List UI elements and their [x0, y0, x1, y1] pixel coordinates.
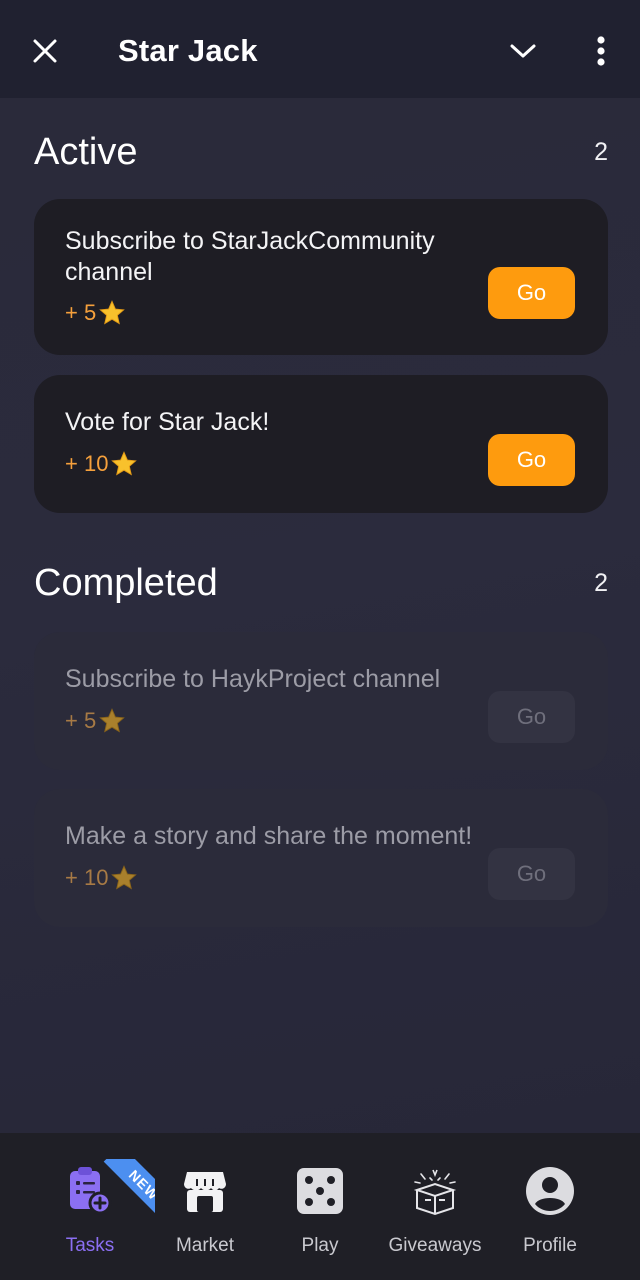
reward-amount: + 10	[65, 451, 109, 476]
profile-avatar-icon	[526, 1167, 574, 1215]
chevron-down-icon[interactable]	[502, 30, 544, 72]
nav-tasks[interactable]: NEW Tasks	[35, 1159, 155, 1257]
nav-label: Market	[175, 1235, 235, 1256]
task-title: Subscribe to StarJackCommunity channel	[65, 227, 435, 286]
dice-icon	[297, 1168, 343, 1214]
star-icon	[99, 300, 125, 325]
go-button[interactable]: Go	[488, 267, 575, 319]
top-bar: Star Jack	[0, 0, 640, 98]
go-button[interactable]: Go	[488, 434, 575, 486]
nav-profile[interactable]: Profile	[495, 1163, 605, 1257]
nav-giveaways[interactable]: Giveaways	[380, 1163, 490, 1257]
completed-task-card: Subscribe to HaykProject channel + 5 Go	[34, 632, 608, 770]
star-icon	[99, 708, 125, 733]
completed-count: 2	[594, 568, 608, 597]
nav-label: Giveaways	[388, 1235, 482, 1256]
reward-amount: + 10	[65, 865, 109, 890]
active-heading: Active	[34, 130, 138, 173]
task-card: Vote for Star Jack! + 10 Go	[34, 375, 608, 513]
completed-task-card: Make a story and share the moment! + 10 …	[34, 789, 608, 927]
market-store-icon	[184, 1172, 226, 1212]
star-icon	[111, 865, 138, 890]
go-button-disabled[interactable]: Go	[488, 691, 575, 743]
nav-play[interactable]: Play	[265, 1163, 375, 1257]
reward-amount: + 5	[65, 708, 97, 733]
nav-label: Tasks	[65, 1235, 115, 1256]
task-reward: + 10	[65, 450, 138, 478]
app-title: Star Jack	[118, 33, 258, 68]
active-section-header: Active 2	[34, 127, 608, 177]
task-reward: + 10	[65, 864, 138, 892]
nav-market[interactable]: Market	[150, 1163, 260, 1257]
more-vertical-icon[interactable]	[580, 30, 622, 72]
completed-section-header: Completed 2	[34, 558, 608, 608]
task-title: Subscribe to HaykProject channel	[65, 665, 441, 693]
task-card: Subscribe to StarJackCommunity channel +…	[34, 199, 608, 355]
completed-heading: Completed	[34, 561, 218, 604]
reward-amount: + 5	[65, 300, 97, 325]
task-title: Make a story and share the moment!	[65, 822, 473, 850]
gift-box-icon	[413, 1169, 457, 1216]
nav-label: Play	[301, 1235, 339, 1256]
active-count: 2	[594, 137, 608, 166]
go-button-disabled[interactable]: Go	[488, 848, 575, 900]
task-title: Vote for Star Jack!	[65, 408, 270, 436]
bottom-navigation: NEW Tasks Market Play Giveaways Profile	[0, 1133, 640, 1280]
new-badge: NEW	[93, 1159, 155, 1221]
star-icon	[111, 451, 138, 476]
task-reward: + 5	[65, 707, 126, 735]
task-reward: + 5	[65, 299, 126, 327]
nav-label: Profile	[523, 1235, 577, 1256]
close-icon[interactable]	[24, 30, 66, 72]
